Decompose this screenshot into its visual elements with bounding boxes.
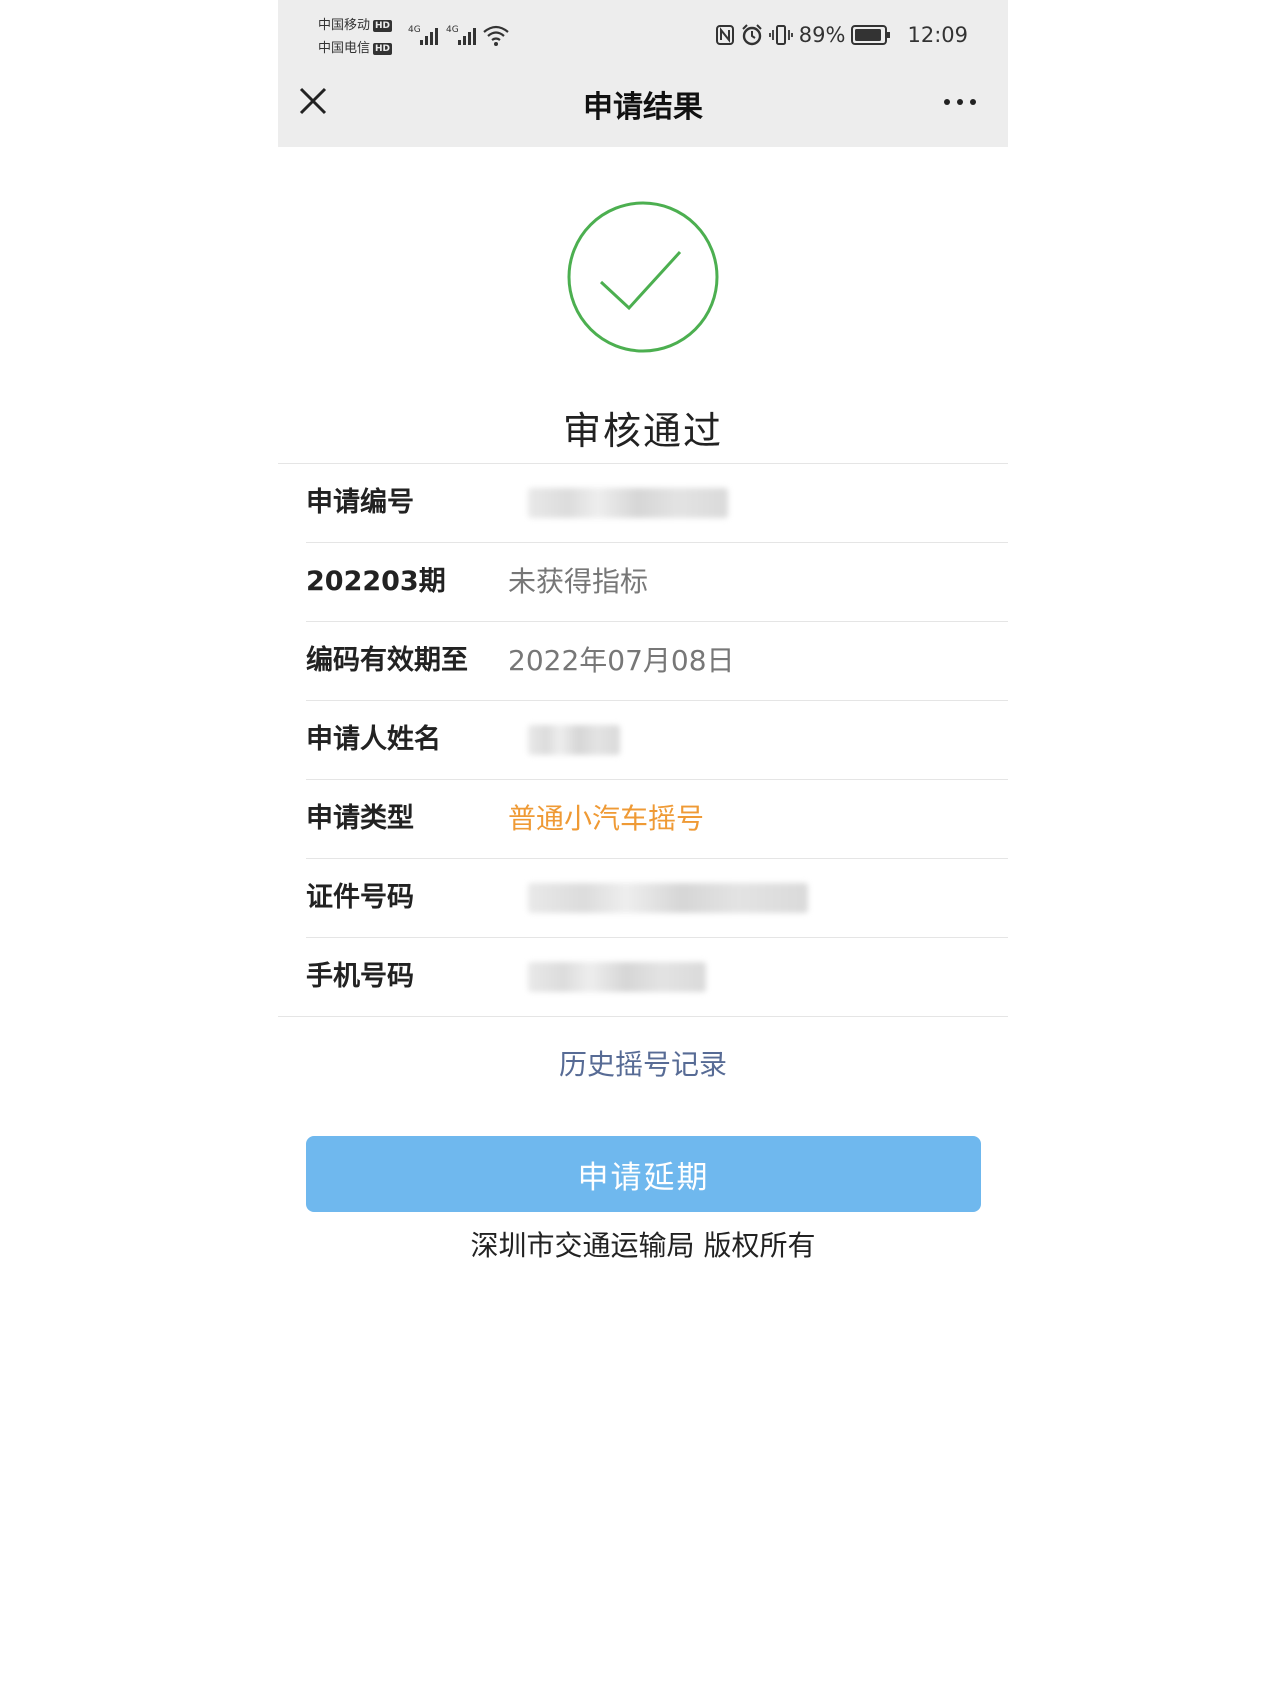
- row-label: 申请编号: [306, 487, 414, 518]
- phone-screen: 中国移动 HD 中国电信 HD 4G 4G 89% 12:09 申请结果 审核通…: [278, 0, 1008, 1707]
- redacted-value: [528, 725, 620, 755]
- row-label: 手机号码: [306, 961, 414, 992]
- nfc-icon: [715, 25, 734, 45]
- more-icon[interactable]: [942, 96, 978, 108]
- table-row: 申请类型 普通小汽车摇号: [306, 780, 1008, 859]
- redacted-value: [528, 883, 808, 913]
- table-row: 手机号码: [306, 938, 1008, 1016]
- battery-percent: 89%: [798, 23, 846, 47]
- row-value: 2022年07月08日: [508, 644, 735, 677]
- hd-badge-1: HD: [373, 20, 393, 32]
- status-right: 89% 12:09: [715, 20, 968, 50]
- row-label: 申请类型: [306, 803, 414, 834]
- copyright-footer: 深圳市交通运输局 版权所有: [470, 1229, 816, 1262]
- network-label-2: 4G: [446, 25, 459, 35]
- row-label: 证件号码: [306, 882, 414, 913]
- carrier-1: 中国移动: [318, 18, 371, 33]
- row-label: 编码有效期至: [306, 645, 468, 676]
- carrier-2: 中国电信: [318, 41, 371, 56]
- alarm-icon: [742, 24, 762, 46]
- history-link[interactable]: 历史摇号记录: [278, 1043, 1008, 1083]
- row-value: 未获得指标: [508, 565, 649, 598]
- table-row: 编码有效期至 2022年07月08日: [306, 622, 1008, 701]
- details-table: 申请编号 202203期 未获得指标 编码有效期至 2022年07月08日 申请…: [278, 463, 1008, 1017]
- signal-icons: 4G 4G: [408, 25, 509, 46]
- table-row: 证件号码: [306, 859, 1008, 938]
- wifi-icon: [483, 25, 509, 41]
- extend-button[interactable]: 申请延期: [306, 1136, 981, 1212]
- hd-badge-2: HD: [373, 43, 393, 55]
- row-label: 202203期: [306, 566, 446, 597]
- row-label: 申请人姓名: [306, 724, 441, 755]
- top-bar: 中国移动 HD 中国电信 HD 4G 4G 89% 12:09 申请结果: [278, 0, 1008, 147]
- redacted-value: [528, 962, 706, 992]
- row-value: 普通小汽车摇号: [508, 802, 705, 835]
- table-row: 202203期 未获得指标: [306, 543, 1008, 622]
- battery-icon: [851, 25, 891, 45]
- network-label-1: 4G: [408, 25, 421, 35]
- clock: 12:09: [907, 23, 968, 47]
- table-row: 申请编号: [306, 464, 1008, 543]
- vibrate-icon: [768, 25, 793, 45]
- check-circle-icon: [567, 201, 719, 353]
- table-row: 申请人姓名: [306, 701, 1008, 780]
- redacted-value: [528, 488, 728, 518]
- result-status: 审核通过: [562, 409, 723, 453]
- page-title: 申请结果: [583, 90, 703, 125]
- carrier-info: 中国移动 HD 中国电信 HD: [318, 14, 393, 60]
